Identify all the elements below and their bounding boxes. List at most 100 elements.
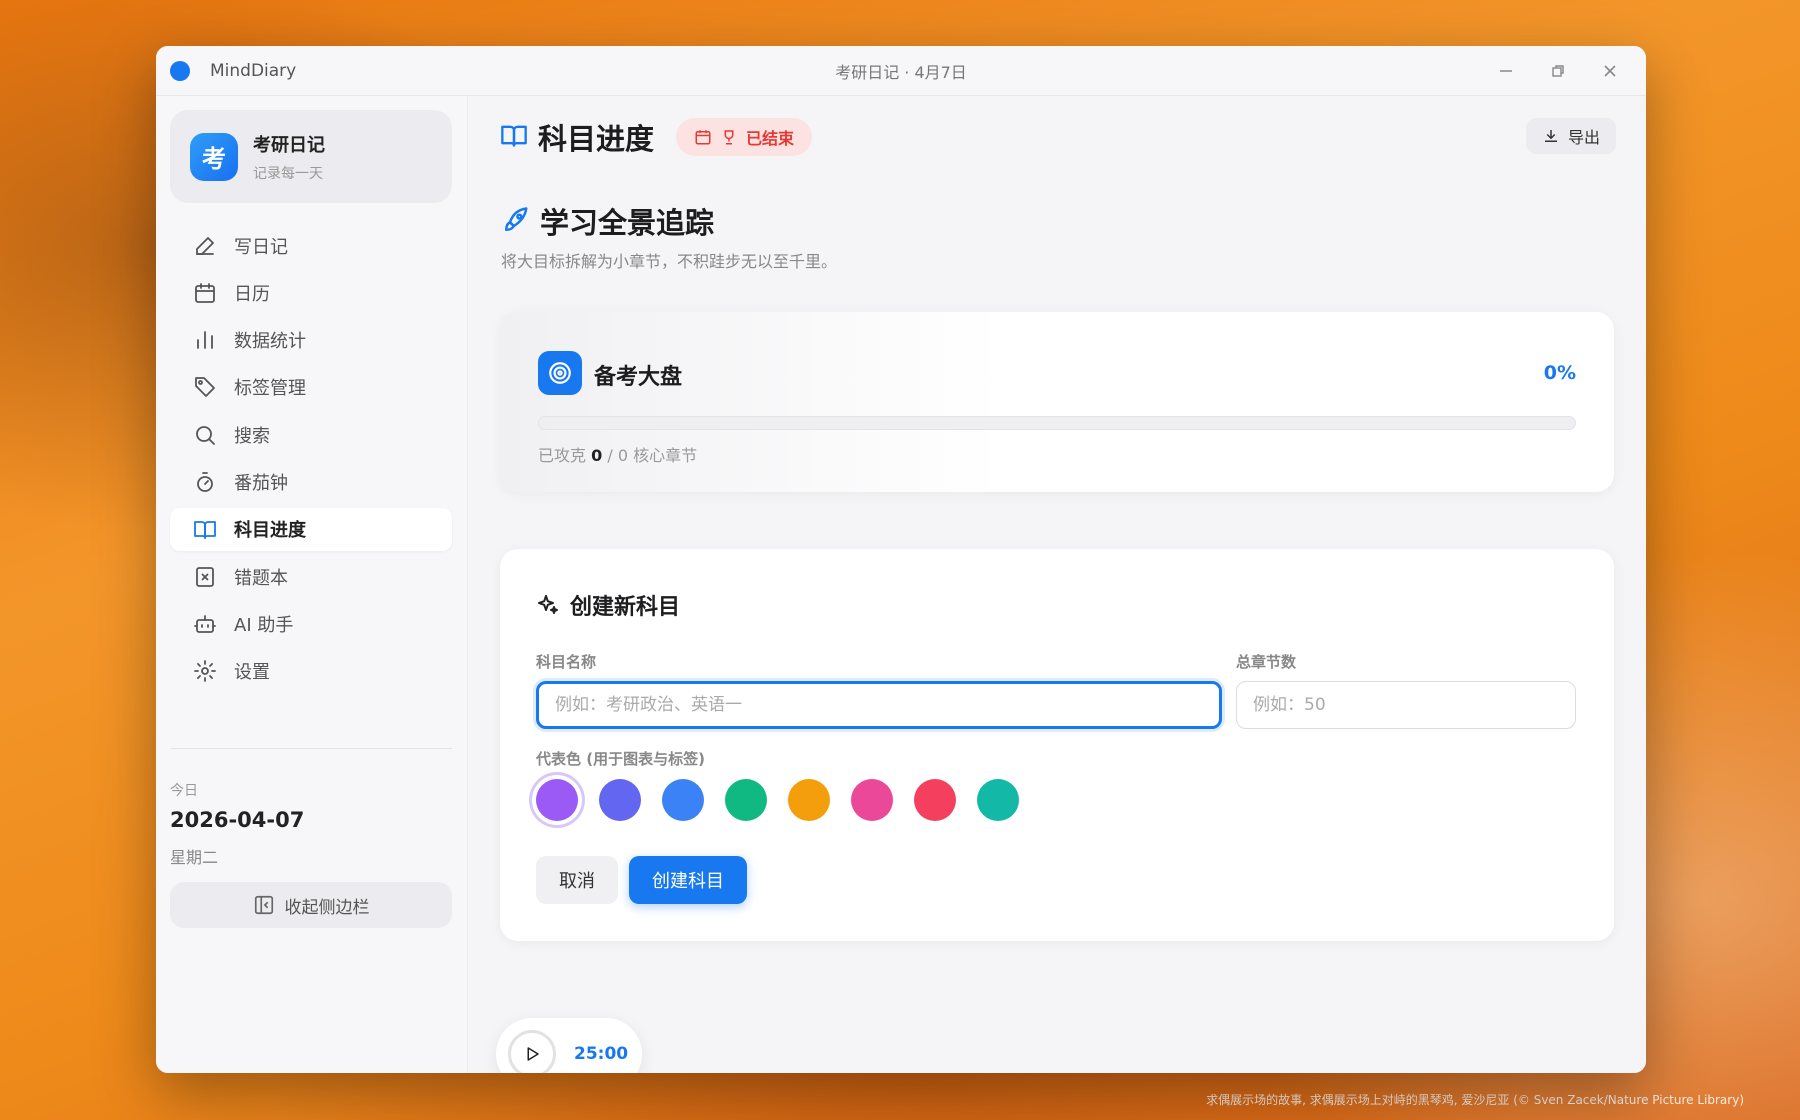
create-subject-header: 创建新科目: [536, 589, 680, 621]
overview-title: 备考大盘: [594, 365, 683, 390]
section-subtitle: 将大目标拆解为小章节，不积跬步无以至千里。: [501, 252, 838, 271]
notebook-x-icon: [192, 564, 218, 590]
sidebar-item-label: 标签管理: [234, 378, 306, 400]
subject-name-input[interactable]: [536, 681, 1222, 729]
play-icon: [527, 1047, 539, 1061]
overview-progress-bar: [538, 416, 1576, 430]
play-button[interactable]: [508, 1030, 556, 1073]
sidebar-item-write-diary[interactable]: 写日记: [170, 224, 452, 267]
download-icon: [1544, 130, 1557, 142]
target-icon: [538, 351, 582, 395]
sidebar-item-settings[interactable]: 设置: [170, 650, 452, 693]
window-controls: [1484, 46, 1632, 96]
brand-logo: 考: [190, 132, 238, 181]
main-content: 科目进度 已结束 导出 学习全景追踪 将大目标拆解为小章节，不积跬步无以至千里。…: [468, 96, 1646, 1073]
color-picker: [536, 779, 1019, 821]
color-swatch[interactable]: [536, 779, 578, 821]
sidebar-collapse-icon: [254, 895, 273, 915]
create-subject-card: 创建新科目 科目名称 总章节数 代表色 (用于图表与标签) 取消 创建科目: [500, 549, 1614, 941]
color-label: 代表色 (用于图表与标签): [536, 750, 705, 768]
create-subject-button[interactable]: 创建科目: [629, 856, 747, 904]
close-icon: [1604, 65, 1616, 77]
sidebar-item-tags[interactable]: 标签管理: [170, 366, 452, 409]
wallpaper-credit: 求偶展示场的故事, 求偶展示场上对峙的黑琴鸡, 爱沙尼亚 (© Sven Zac…: [1206, 1093, 1744, 1107]
sidebar-item-ai-assistant[interactable]: AI 助手: [170, 602, 452, 645]
calendar-icon: [695, 130, 711, 145]
page-title: 科目进度: [538, 122, 655, 156]
overview-stat: 已攻克 0 / 0 核心章节: [538, 442, 697, 466]
sidebar-item-label: 错题本: [234, 567, 288, 589]
sidebar-item-pomodoro[interactable]: 番茄钟: [170, 460, 452, 503]
total-chapters-label: 总章节数: [1236, 653, 1297, 671]
status-badge-label: 已结束: [746, 129, 795, 148]
color-swatch[interactable]: [851, 779, 893, 821]
brand-subtitle: 记录每一天: [253, 165, 323, 182]
pen-icon: [192, 233, 218, 259]
today-weekday: 星期二: [170, 848, 219, 867]
section-title: 学习全景追踪: [540, 206, 715, 240]
create-subject-title: 创建新科目: [570, 595, 681, 620]
minimize-button[interactable]: [1484, 54, 1528, 88]
overview-completed-count: 0: [591, 446, 603, 465]
app-name: MindDiary: [210, 60, 297, 81]
close-button[interactable]: [1588, 54, 1632, 88]
window-title: 考研日记 · 4月7日: [835, 62, 967, 82]
collapse-sidebar-label: 收起侧边栏: [284, 897, 370, 918]
bar-chart-icon: [192, 327, 218, 353]
status-badge: 已结束: [676, 118, 813, 156]
export-label: 导出: [1567, 128, 1600, 147]
gear-icon: [192, 658, 218, 684]
subject-name-label: 科目名称: [536, 653, 597, 671]
sidebar: 考 考研日记 记录每一天 写日记 日历 数据统计 标签管理 搜索 番茄钟 科目进…: [156, 96, 468, 1073]
maximize-button[interactable]: [1536, 54, 1580, 88]
today-date: 2026-04-07: [170, 808, 305, 832]
timer-icon: [192, 469, 218, 495]
app-icon: [170, 60, 190, 81]
sidebar-item-label: 科目进度: [234, 520, 306, 542]
sidebar-item-label: 搜索: [234, 425, 270, 447]
sparkles-icon: [538, 595, 558, 614]
title-bar: MindDiary 考研日记 · 4月7日: [156, 46, 1646, 96]
page-header: 科目进度 已结束: [500, 116, 813, 158]
tag-icon: [192, 374, 218, 400]
sidebar-item-label: 番茄钟: [234, 472, 288, 494]
sidebar-item-calendar[interactable]: 日历: [170, 271, 452, 314]
export-button[interactable]: 导出: [1525, 118, 1616, 154]
sidebar-item-label: AI 助手: [234, 614, 294, 636]
overview-stat-suffix: / 0 核心章节: [607, 446, 698, 465]
pomodoro-time: 25:00: [574, 1044, 629, 1064]
pomodoro-widget: 25:00: [496, 1018, 642, 1073]
color-swatch[interactable]: [662, 779, 704, 821]
color-swatch[interactable]: [788, 779, 830, 821]
sidebar-item-label: 日历: [234, 283, 270, 305]
sidebar-item-label: 设置: [234, 662, 270, 684]
color-swatch[interactable]: [599, 779, 641, 821]
collapse-sidebar-button[interactable]: 收起侧边栏: [170, 882, 452, 928]
sidebar-item-statistics[interactable]: 数据统计: [170, 319, 452, 362]
brand-card: 考 考研日记 记录每一天: [170, 110, 452, 203]
restore-icon: [1552, 65, 1564, 77]
brand-title: 考研日记: [253, 134, 325, 156]
color-swatch[interactable]: [725, 779, 767, 821]
sidebar-item-subject-progress[interactable]: 科目进度: [170, 507, 452, 551]
color-swatch[interactable]: [914, 779, 956, 821]
cancel-button[interactable]: 取消: [536, 856, 618, 904]
sidebar-nav: 写日记 日历 数据统计 标签管理 搜索 番茄钟 科目进度 错题本 AI 助手 设…: [170, 224, 452, 697]
overview-stat-prefix: 已攻克: [538, 446, 587, 465]
sidebar-item-label: 数据统计: [234, 331, 306, 353]
rocket-icon: [505, 207, 528, 231]
sidebar-item-label: 写日记: [234, 236, 288, 258]
sidebar-item-search[interactable]: 搜索: [170, 413, 452, 456]
overview-card: 备考大盘 0% 已攻克 0 / 0 核心章节: [500, 312, 1614, 492]
overview-percent: 0%: [1543, 362, 1576, 384]
today-label: 今日: [170, 783, 198, 799]
calendar-icon: [192, 280, 218, 306]
book-open-icon: [192, 516, 218, 542]
robot-icon: [192, 611, 218, 637]
sidebar-item-mistakes[interactable]: 错题本: [170, 555, 452, 598]
color-swatch[interactable]: [977, 779, 1019, 821]
book-open-icon: [500, 121, 528, 153]
app-window: MindDiary 考研日记 · 4月7日 考 考研日记 记录每一天 写日记 日…: [156, 46, 1646, 1073]
total-chapters-input[interactable]: [1236, 681, 1576, 729]
trophy-icon: [724, 130, 734, 145]
